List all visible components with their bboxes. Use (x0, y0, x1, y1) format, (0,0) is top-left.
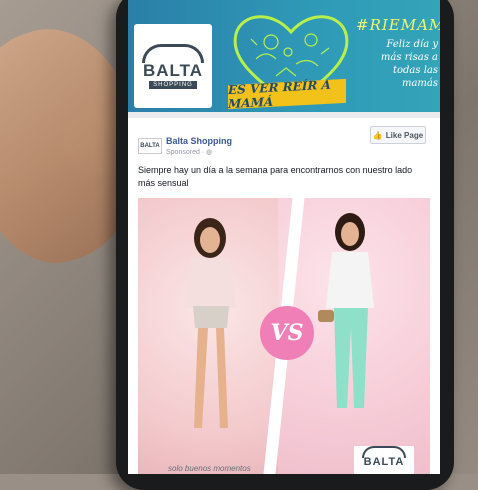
image-footer-text: solo buenos momentos (168, 464, 251, 473)
facebook-cover-banner: BALTA SHOPPING ES VER REÍR A MAMÁ #RIEMA… (128, 0, 440, 112)
sponsored-text: Sponsored · (166, 149, 207, 156)
logo-brand-name: BALTA (142, 60, 204, 80)
campaign-hashtag[interactable]: #RIEMAMA (356, 16, 440, 34)
page-avatar[interactable]: BALTA (138, 138, 162, 154)
like-page-label: Like Page (385, 130, 424, 140)
sponsored-label: Sponsored · ◍ (166, 148, 212, 156)
thumbs-up-icon: 👍 (372, 130, 383, 140)
banner-tagline: Feliz día y más risas a todas las mamás (380, 39, 438, 89)
image-balta-logo: BALTA (354, 446, 414, 474)
balta-logo[interactable]: BALTA SHOPPING (134, 24, 212, 108)
like-page-button[interactable]: 👍 Like Page (370, 126, 426, 144)
post-caption: Siempre hay un día a la semana para enco… (138, 165, 413, 188)
phone-screen: BALTA SHOPPING ES VER REÍR A MAMÁ #RIEMA… (128, 0, 440, 474)
sponsored-post: BALTA Balta Shopping Sponsored · ◍ 👍 Lik… (128, 118, 440, 474)
bottom-logo-text: BALTA (363, 456, 405, 468)
logo-brand-sub: SHOPPING (149, 80, 197, 89)
slogan-ribbon: ES VER REÍR A MAMÁ (228, 78, 346, 111)
page-name-link[interactable]: Balta Shopping (166, 136, 232, 146)
vs-badge: VS (260, 306, 314, 360)
post-image[interactable]: VS (138, 198, 430, 474)
globe-icon: ◍ (206, 149, 213, 156)
